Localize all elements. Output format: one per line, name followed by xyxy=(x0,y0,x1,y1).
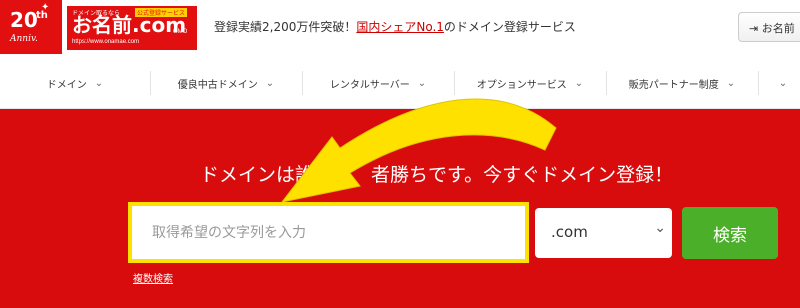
chevron-down-icon: ⌄ xyxy=(654,220,666,236)
nav-item-partner[interactable]: 販売パートナー制度 ⌄ xyxy=(606,58,758,108)
logo-name: お名前.com xyxy=(72,13,187,37)
tagline-share-link[interactable]: 国内シェアNo.1 xyxy=(356,20,444,34)
nav-item-more[interactable]: ⌄ xyxy=(758,58,800,108)
hero-title: ドメインは誰でも 者勝ちです。今すぐドメイン登録！ xyxy=(200,164,674,186)
anniversary-suffix: th xyxy=(36,10,48,21)
chevron-down-icon: ⌄ xyxy=(726,77,736,89)
tagline-post: のドメイン登録サービス xyxy=(443,20,576,34)
multi-search-link[interactable]: 複数検索 xyxy=(133,270,173,285)
nav-item-used-domain[interactable]: 優良中古ドメイン ⌄ xyxy=(150,58,302,108)
login-button[interactable]: ⇥ お名前 xyxy=(738,12,800,42)
search-field-wrap xyxy=(138,212,519,253)
tagline-pre: 登録実績2,200万件突破！ xyxy=(214,20,357,34)
chevron-down-icon: ⌄ xyxy=(778,77,788,89)
search-button[interactable]: 検索 xyxy=(682,207,778,259)
chevron-down-icon: ⌄ xyxy=(574,77,584,89)
nav-item-label: オプションサービス xyxy=(476,79,567,91)
logo[interactable]: ドメイン取るなら 公式登録サービス お名前.com GMO https://ww… xyxy=(67,6,197,50)
tld-selected-value: .com xyxy=(551,223,588,241)
main-nav: ドメイン ⌄ 優良中古ドメイン ⌄ レンタルサーバー ⌄ オプションサービス ⌄ 販売パ… xyxy=(0,58,800,109)
nav-item-label: 販売パートナー制度 xyxy=(628,79,719,91)
nav-item-domain[interactable]: ドメイン ⌄ xyxy=(0,58,150,108)
tagline: 登録実績2,200万件突破！国内シェアNo.1のドメイン登録サービス xyxy=(214,18,576,35)
tld-select[interactable]: .com ⌄ xyxy=(535,208,672,258)
anniversary-badge: ✦ 20 th Anniv. xyxy=(0,0,62,54)
search-highlight xyxy=(128,202,529,263)
chevron-down-icon: ⌄ xyxy=(94,77,104,89)
nav-item-label: 優良中古ドメイン xyxy=(177,79,258,91)
header: ✦ 20 th Anniv. ドメイン取るなら 公式登録サービス お名前.com… xyxy=(0,0,800,58)
nav-item-label: ドメイン xyxy=(46,79,87,91)
chevron-down-icon: ⌄ xyxy=(417,77,427,89)
anniversary-number: 20 xyxy=(10,8,38,32)
logo-url: https://www.onamae.com xyxy=(72,39,140,45)
nav-item-label: レンタルサーバー xyxy=(329,79,410,91)
logo-company: GMO xyxy=(173,29,188,35)
nav-item-option-service[interactable]: オプションサービス ⌄ xyxy=(454,58,606,108)
anniversary-text: Anniv. xyxy=(10,34,38,44)
chevron-down-icon: ⌄ xyxy=(265,77,275,89)
nav-item-rental-server[interactable]: レンタルサーバー ⌄ xyxy=(302,58,454,108)
domain-search-input[interactable] xyxy=(138,212,519,253)
login-icon: ⇥ xyxy=(749,22,759,35)
login-label: お名前 xyxy=(761,22,795,35)
